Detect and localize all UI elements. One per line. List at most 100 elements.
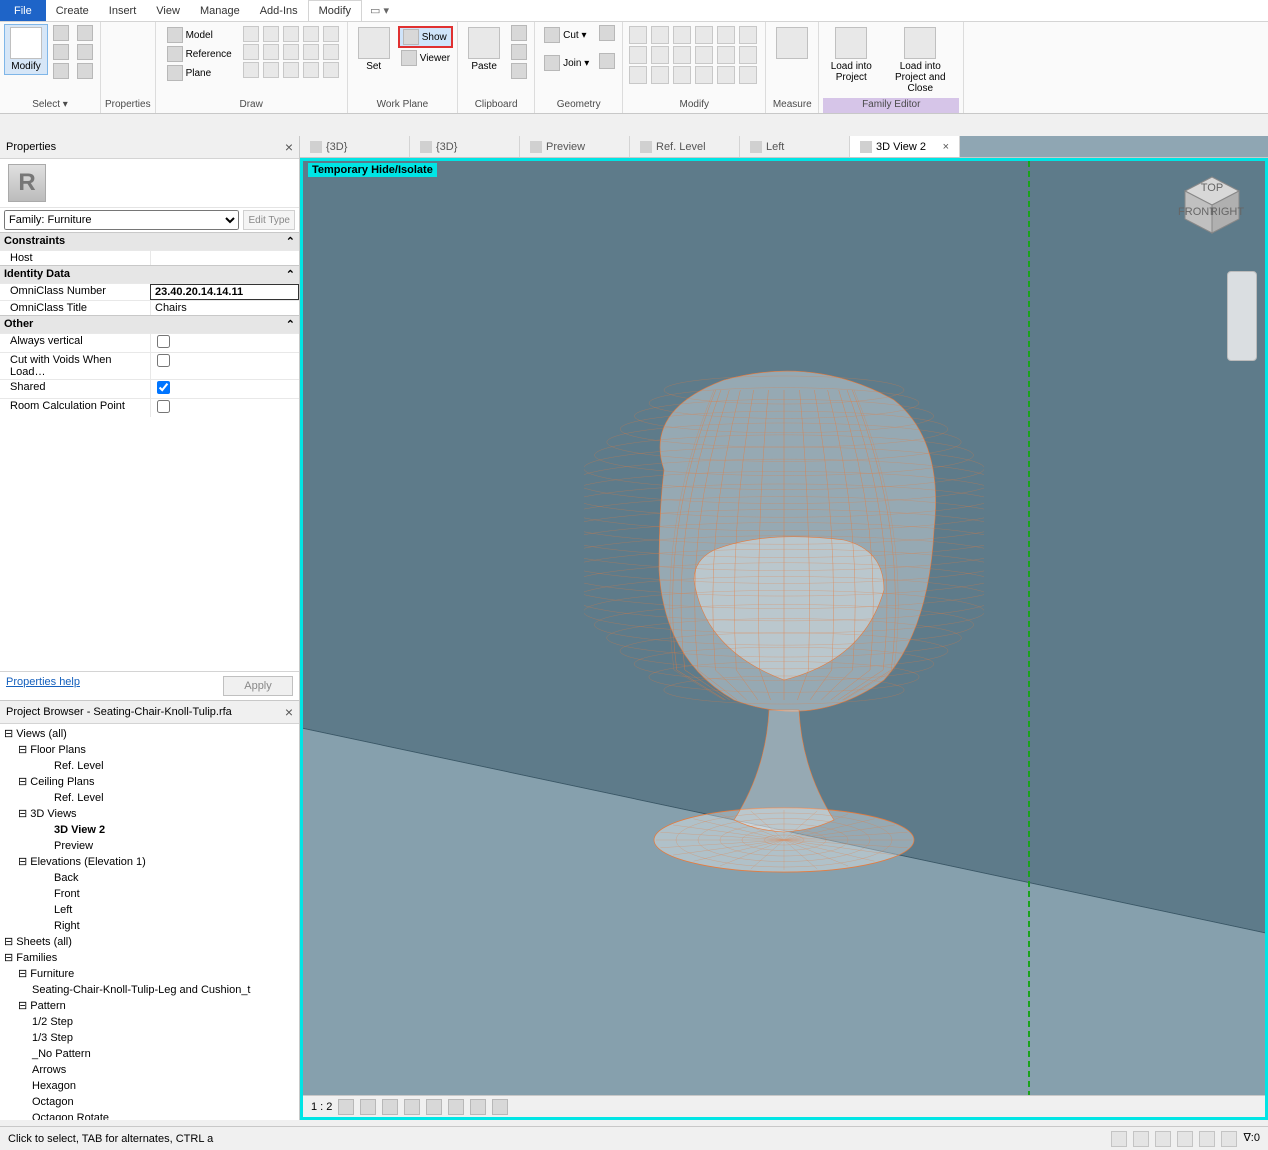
viewport-3d[interactable]: Temporary Hide/Isolate TOP FRONT RIGHT 1…	[300, 158, 1268, 1120]
load-close-button[interactable]: Load into Project and Close	[881, 24, 959, 97]
arc-icon[interactable]	[323, 26, 339, 42]
shadows-icon[interactable]	[404, 1099, 420, 1115]
crop-region-icon[interactable]	[448, 1099, 464, 1115]
array-icon[interactable]	[651, 66, 669, 84]
menu-file[interactable]: File	[0, 0, 46, 21]
menu-modify[interactable]: Modify	[308, 0, 362, 21]
copy-clip-button[interactable]	[508, 43, 530, 61]
tree-node[interactable]: Front	[4, 886, 295, 902]
room-calc-checkbox[interactable]	[157, 400, 170, 413]
menu-extras[interactable]: ▭ ▾	[362, 0, 397, 21]
tree-node[interactable]: ⊟ Views (all)	[4, 726, 295, 742]
select-links-icon[interactable]	[1111, 1131, 1127, 1147]
close-icon[interactable]: ×	[285, 704, 293, 720]
view-tab-3d-1[interactable]: {3D}	[300, 136, 410, 157]
sun-path-icon[interactable]	[382, 1099, 398, 1115]
copy-icon[interactable]	[651, 46, 669, 64]
view-tab-preview[interactable]: Preview	[520, 136, 630, 157]
select-small-1[interactable]	[50, 24, 72, 42]
tree-node[interactable]: ⊟ Elevations (Elevation 1)	[4, 854, 295, 870]
tree-node[interactable]: Octagon	[4, 1094, 295, 1110]
tree-node[interactable]: 1/2 Step	[4, 1014, 295, 1030]
view-tab-ref-level[interactable]: Ref. Level	[630, 136, 740, 157]
visual-style-icon[interactable]	[360, 1099, 376, 1115]
editable-only-icon[interactable]	[1221, 1131, 1237, 1147]
match-button[interactable]	[508, 62, 530, 80]
tree-node[interactable]: Hexagon	[4, 1078, 295, 1094]
tree-node[interactable]: Right	[4, 918, 295, 934]
join-button[interactable]: Join ▾	[541, 54, 592, 72]
tree-node[interactable]: ⊟ Floor Plans	[4, 742, 295, 758]
cut-button[interactable]: Cut ▾	[541, 26, 592, 44]
tree-node[interactable]: ⊟ 3D Views	[4, 806, 295, 822]
select-face-icon[interactable]	[1177, 1131, 1193, 1147]
tree-node[interactable]: ⊟ Furniture	[4, 966, 295, 982]
filter-count[interactable]: ∇:0	[1243, 1131, 1260, 1147]
polygon-icon[interactable]	[283, 26, 299, 42]
rotate-icon[interactable]	[673, 46, 691, 64]
crop-icon[interactable]	[426, 1099, 442, 1115]
tree-node[interactable]: ⊟ Families	[4, 950, 295, 966]
menu-manage[interactable]: Manage	[190, 0, 250, 21]
detail-level-icon[interactable]	[338, 1099, 354, 1115]
reference-line-button[interactable]: Reference	[164, 45, 235, 63]
measure-button[interactable]	[770, 24, 814, 64]
select-small-5[interactable]	[74, 43, 96, 61]
tree-node[interactable]: Left	[4, 902, 295, 918]
tree-node[interactable]: 1/3 Step	[4, 1030, 295, 1046]
scale-icon[interactable]	[673, 66, 691, 84]
show-button[interactable]: Show	[398, 26, 453, 48]
select-small-6[interactable]	[74, 62, 96, 80]
offset-icon[interactable]	[651, 26, 669, 44]
select-small-4[interactable]	[74, 24, 96, 42]
select-pinned-icon[interactable]	[1155, 1131, 1171, 1147]
omni-number-field[interactable]: 23.40.20.14.14.11	[150, 284, 299, 300]
family-type-select[interactable]: Family: Furniture	[4, 210, 239, 230]
view-tab-3d-2[interactable]: {3D}	[410, 136, 520, 157]
always-vertical-checkbox[interactable]	[157, 335, 170, 348]
select-small-2[interactable]	[50, 43, 72, 61]
circle-icon[interactable]	[303, 26, 319, 42]
apply-button[interactable]: Apply	[223, 676, 293, 696]
tree-node[interactable]: Ref. Level	[4, 758, 295, 774]
viewer-button[interactable]: Viewer	[398, 49, 453, 67]
mirror-icon[interactable]	[673, 26, 691, 44]
menu-insert[interactable]: Insert	[99, 0, 147, 21]
menu-view[interactable]: View	[146, 0, 190, 21]
plane-button[interactable]: Plane	[164, 64, 235, 82]
cat-identity[interactable]: Identity Data⌃	[0, 265, 299, 283]
browser-tree[interactable]: ⊟ Views (all)⊟ Floor PlansRef. Level⊟ Ce…	[0, 724, 299, 1120]
trim-icon[interactable]	[695, 46, 713, 64]
modify-button[interactable]: Modify	[4, 24, 48, 75]
view-tab-3dview2[interactable]: 3D View 2×	[850, 136, 960, 157]
align-icon[interactable]	[629, 26, 647, 44]
line-icon[interactable]	[243, 26, 259, 42]
close-icon[interactable]: ×	[943, 141, 949, 153]
shared-checkbox[interactable]	[157, 381, 170, 394]
cat-constraints[interactable]: Constraints⌃	[0, 232, 299, 250]
edit-type-button[interactable]: Edit Type	[243, 210, 295, 230]
select-underlay-icon[interactable]	[1133, 1131, 1149, 1147]
menu-create[interactable]: Create	[46, 0, 99, 21]
tree-node[interactable]: ⊟ Sheets (all)	[4, 934, 295, 950]
navigation-bar[interactable]	[1227, 271, 1257, 361]
delete-icon[interactable]	[739, 66, 757, 84]
set-button[interactable]: Set	[352, 24, 396, 75]
tree-node[interactable]: ⊟ Ceiling Plans	[4, 774, 295, 790]
tree-node[interactable]: _No Pattern	[4, 1046, 295, 1062]
view-tab-left[interactable]: Left	[740, 136, 850, 157]
scale-label[interactable]: 1 : 2	[311, 1101, 332, 1113]
hide-isolate-icon[interactable]	[470, 1099, 486, 1115]
properties-help-link[interactable]: Properties help	[6, 676, 80, 696]
reveal-hidden-icon[interactable]	[492, 1099, 508, 1115]
cut-clip-button[interactable]	[508, 24, 530, 42]
tree-node[interactable]: Octagon Rotate	[4, 1110, 295, 1120]
tree-node[interactable]: Arrows	[4, 1062, 295, 1078]
viewcube[interactable]: TOP FRONT RIGHT	[1177, 171, 1247, 241]
move-icon[interactable]	[629, 46, 647, 64]
rect-icon[interactable]	[263, 26, 279, 42]
drag-elements-icon[interactable]	[1199, 1131, 1215, 1147]
chair-wireframe[interactable]	[584, 350, 984, 890]
cut-voids-checkbox[interactable]	[157, 354, 170, 367]
tree-node[interactable]: 3D View 2	[4, 822, 295, 838]
